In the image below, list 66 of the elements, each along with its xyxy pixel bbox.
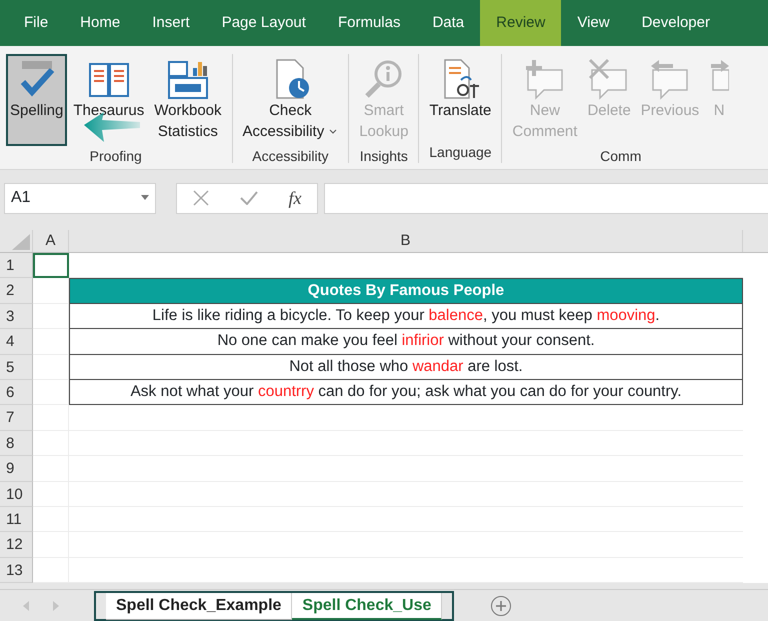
- row-header[interactable]: 11: [0, 506, 33, 532]
- row-header[interactable]: 3: [0, 304, 33, 330]
- row-header[interactable]: 2: [0, 278, 33, 304]
- name-box[interactable]: A1: [4, 182, 156, 214]
- table-cell: Life is like riding a bicycle. To keep your balence, you must keep mooving.: [69, 304, 743, 330]
- check-icon[interactable]: [240, 191, 258, 205]
- ribbon-tab[interactable]: Review: [480, 0, 562, 46]
- insert-function-button[interactable]: fx: [288, 184, 302, 212]
- grid-cell[interactable]: [33, 304, 69, 330]
- scroll-left-icon[interactable]: [22, 600, 30, 610]
- ribbon-tab[interactable]: File: [8, 0, 64, 46]
- ribbon-button[interactable]: Workbook Statistics: [150, 54, 226, 146]
- grid-cell[interactable]: [33, 558, 69, 584]
- table-cell: Quotes By Famous People: [69, 278, 743, 304]
- scroll-right-icon[interactable]: [52, 600, 60, 610]
- grid-cell[interactable]: [33, 329, 69, 355]
- grid-cell[interactable]: [33, 532, 69, 558]
- row-header[interactable]: 7: [0, 405, 33, 431]
- ribbon-button[interactable]: Translate: [425, 54, 496, 142]
- grid-cell[interactable]: [33, 405, 69, 431]
- cancel-icon[interactable]: [192, 190, 208, 206]
- group-label: Accessibility: [252, 147, 328, 166]
- group-label: Language: [429, 143, 492, 162]
- grid-cell[interactable]: [33, 482, 69, 507]
- row-header[interactable]: 10: [0, 482, 33, 507]
- column-header[interactable]: B: [69, 230, 743, 252]
- formula-input[interactable]: [324, 182, 768, 214]
- add-sheet-icon[interactable]: [490, 594, 512, 616]
- select-all-corner[interactable]: [12, 234, 30, 250]
- add-comment-icon: [524, 58, 566, 100]
- selected-cell[interactable]: [33, 253, 69, 278]
- grid-cell[interactable]: [33, 456, 69, 482]
- grid-cell[interactable]: [33, 506, 69, 532]
- ribbon-button[interactable]: Thesaurus: [69, 54, 148, 146]
- column-header[interactable]: A: [33, 230, 69, 252]
- row-header[interactable]: 1: [0, 253, 33, 278]
- ribbon-tab[interactable]: Developer: [626, 0, 726, 46]
- ribbon-button[interactable]: Spelling: [6, 54, 68, 146]
- row-header[interactable]: 12: [0, 532, 33, 558]
- ribbon-tab[interactable]: Page Layout: [206, 0, 322, 46]
- row-header[interactable]: 13: [0, 558, 33, 584]
- row-header[interactable]: 6: [0, 380, 33, 406]
- row-header[interactable]: 8: [0, 430, 33, 456]
- ribbon-tab[interactable]: Home: [64, 0, 136, 46]
- ribbon-tab[interactable]: View: [561, 0, 626, 46]
- table-cell: No one can make you feel infirior without your consent.: [69, 329, 743, 355]
- previous-comment-icon: [648, 58, 691, 100]
- grid-cell[interactable]: [33, 430, 69, 456]
- group-label: Comm: [600, 147, 642, 166]
- grid-cell[interactable]: [33, 354, 69, 380]
- table-chart-icon: [166, 58, 209, 100]
- row-header[interactable]: 5: [0, 354, 33, 380]
- ribbon-button[interactable]: Check Accessibility: [238, 54, 342, 146]
- sheet-tab[interactable]: Spell Check_Example: [106, 592, 292, 620]
- ribbon-tab[interactable]: Insert: [136, 0, 206, 46]
- group-label: Proofing: [90, 147, 142, 166]
- table-cell: Not all those who wandar are lost.: [69, 354, 743, 380]
- row-header[interactable]: 9: [0, 456, 33, 482]
- row-header[interactable]: 4: [0, 329, 33, 355]
- caret-icon: [141, 195, 149, 201]
- group-label: Insights: [360, 147, 408, 166]
- sheet-tab[interactable]: Spell Check_Use: [292, 592, 442, 620]
- table-cell: Ask not what your countrry can do for you; ask what you can do for your country.: [69, 380, 743, 406]
- ribbon-tab[interactable]: Formulas: [322, 0, 416, 46]
- ribbon-tab[interactable]: Data: [416, 0, 480, 46]
- grid-cell[interactable]: [33, 380, 69, 406]
